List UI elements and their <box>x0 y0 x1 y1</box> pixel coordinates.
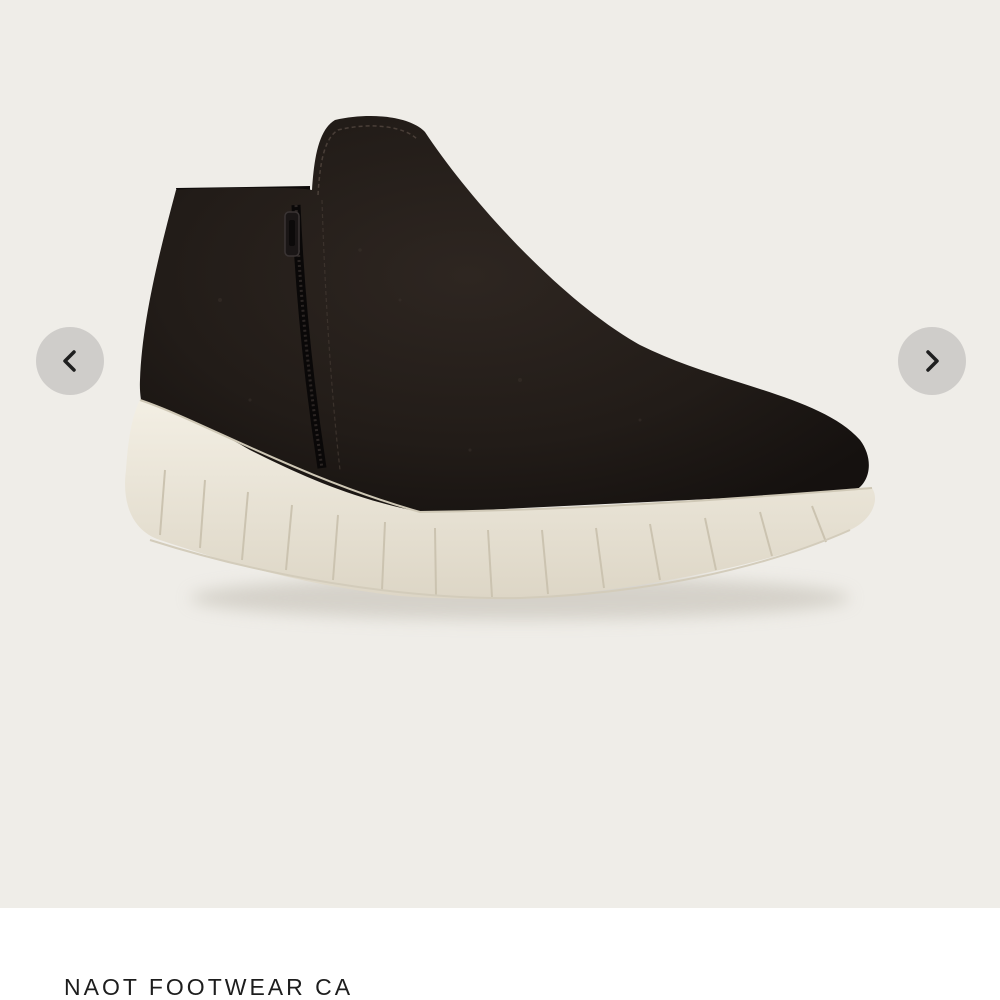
product-page: NAOT FOOTWEAR CA <box>0 0 1000 1000</box>
chevron-left-icon <box>63 350 76 372</box>
chevron-right-icon <box>926 350 939 372</box>
previous-image-button[interactable] <box>36 327 104 395</box>
next-image-button[interactable] <box>898 327 966 395</box>
product-image-gallery <box>0 0 1000 908</box>
product-brand: NAOT FOOTWEAR CA <box>64 974 354 1000</box>
product-image <box>125 116 876 620</box>
